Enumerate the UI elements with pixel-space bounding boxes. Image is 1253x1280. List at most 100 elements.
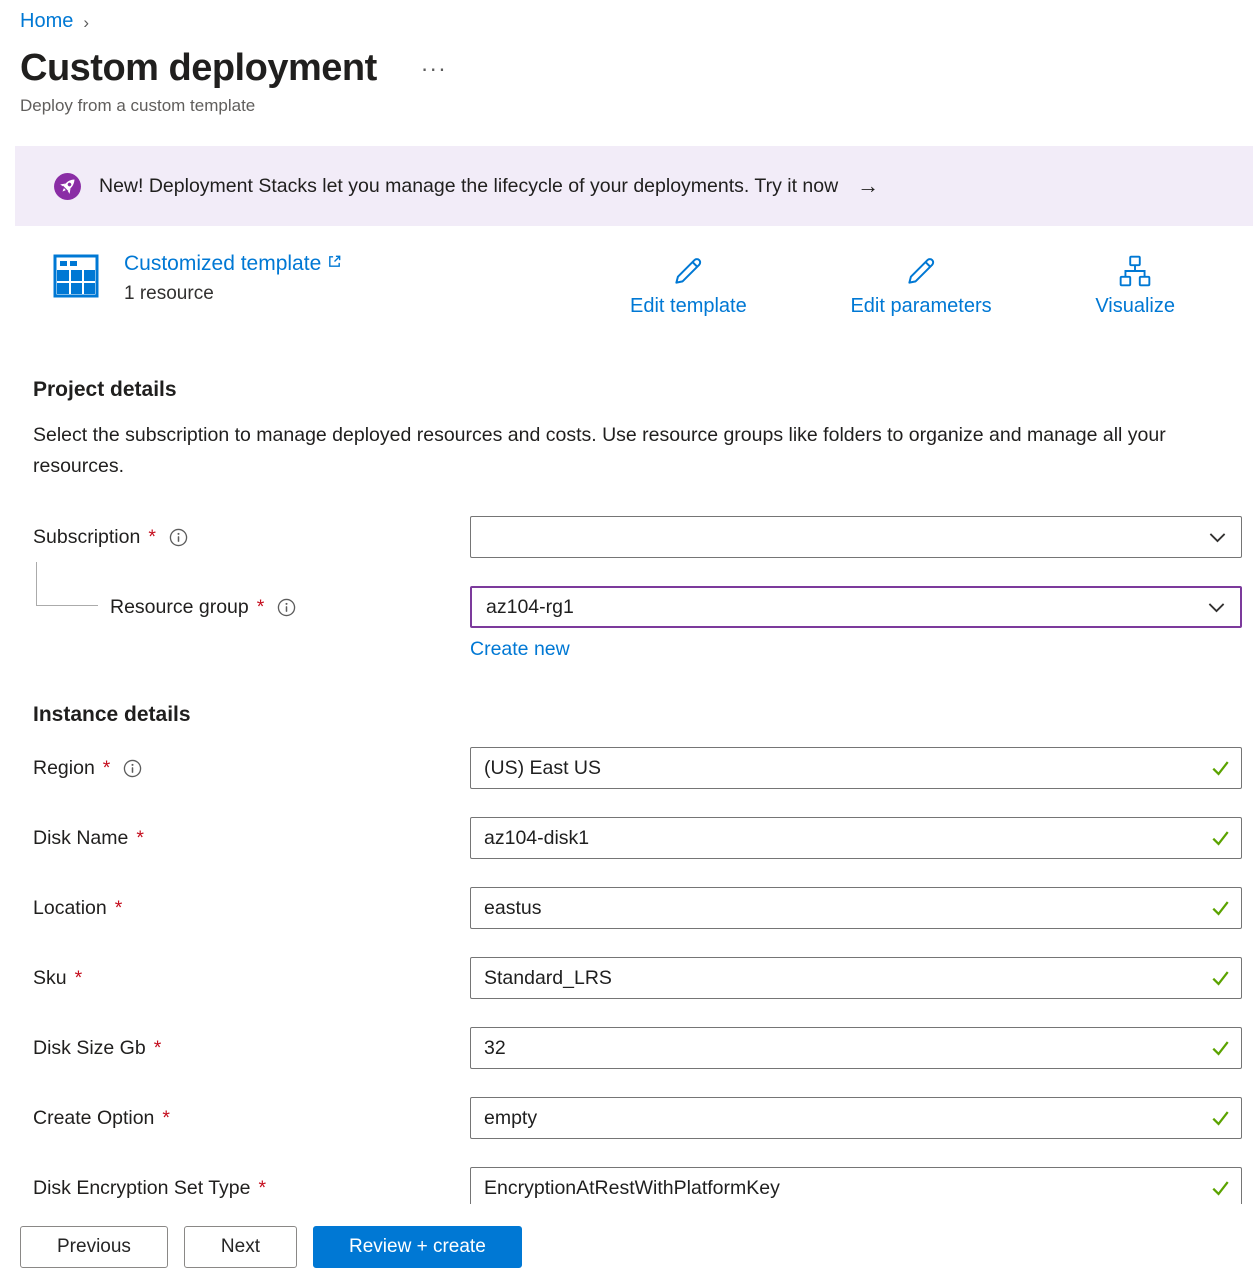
valid-check-icon	[1210, 1178, 1231, 1199]
create-option-row: Create Option *	[33, 1097, 1253, 1139]
disk-name-label: Disk Name *	[33, 827, 470, 850]
disk-encryption-set-type-input-wrap	[470, 1167, 1242, 1209]
disk-size-gb-label: Disk Size Gb *	[33, 1037, 470, 1060]
disk-name-input[interactable]	[470, 817, 1242, 859]
required-marker: *	[259, 1177, 267, 1200]
required-marker: *	[75, 967, 83, 990]
subscription-label: Subscription *	[33, 526, 470, 549]
required-marker: *	[154, 1037, 162, 1060]
edit-parameters-label: Edit parameters	[850, 295, 991, 318]
customized-template-label: Customized template	[124, 252, 321, 276]
valid-check-icon	[1210, 828, 1231, 849]
sku-row: Sku *	[33, 957, 1253, 999]
breadcrumb-home-link[interactable]: Home	[20, 10, 73, 33]
region-label-text: Region	[33, 757, 95, 780]
template-info: Customized template 1 resource	[53, 252, 342, 305]
required-marker: *	[136, 827, 144, 850]
instance-details-heading: Instance details	[33, 703, 1253, 727]
resource-group-label-text: Resource group	[110, 596, 249, 619]
create-option-input-wrap	[470, 1097, 1242, 1139]
disk-size-gb-input[interactable]	[470, 1027, 1242, 1069]
valid-check-icon	[1210, 968, 1231, 989]
sku-input[interactable]	[470, 957, 1242, 999]
more-options-button[interactable]: ···	[421, 55, 447, 82]
disk-encryption-set-type-input[interactable]	[470, 1167, 1242, 1209]
info-icon[interactable]	[277, 598, 296, 617]
required-marker: *	[162, 1107, 170, 1130]
create-new-link[interactable]: Create new	[470, 638, 570, 661]
disk-name-row: Disk Name *	[33, 817, 1253, 859]
required-marker: *	[148, 526, 156, 549]
info-icon[interactable]	[123, 759, 142, 778]
create-option-input[interactable]	[470, 1097, 1242, 1139]
location-label: Location *	[33, 897, 470, 920]
next-button[interactable]: Next	[184, 1226, 297, 1268]
disk-name-input-wrap	[470, 817, 1242, 859]
pencil-icon	[904, 254, 938, 288]
template-section: Customized template 1 resource	[0, 252, 1253, 344]
resource-group-label: Resource group *	[33, 596, 470, 619]
resource-group-row: Resource group * az104-rg1	[33, 586, 1253, 628]
project-details-heading: Project details	[33, 378, 1253, 402]
subscription-dropdown[interactable]	[470, 516, 1242, 558]
create-option-label: Create Option *	[33, 1107, 470, 1130]
disk-size-gb-row: Disk Size Gb *	[33, 1027, 1253, 1069]
chevron-down-icon	[1207, 598, 1226, 617]
review-create-button[interactable]: Review + create	[313, 1226, 522, 1268]
title-row: Custom deployment ···	[20, 47, 1253, 90]
visualize-button[interactable]: Visualize	[1095, 254, 1175, 318]
customized-template-link[interactable]: Customized template	[124, 252, 342, 276]
project-details-description: Select the subscription to manage deploy…	[33, 420, 1181, 482]
sku-input-wrap	[470, 957, 1242, 999]
disk-encryption-set-type-label: Disk Encryption Set Type *	[33, 1177, 470, 1200]
create-option-label-text: Create Option	[33, 1107, 154, 1130]
visualize-icon	[1118, 254, 1152, 288]
region-input[interactable]	[470, 747, 1242, 789]
sku-label-text: Sku	[33, 967, 67, 990]
required-marker: *	[115, 897, 123, 920]
region-input-wrap	[470, 747, 1242, 789]
disk-size-gb-label-text: Disk Size Gb	[33, 1037, 146, 1060]
edit-template-button[interactable]: Edit template	[630, 254, 747, 318]
edit-template-label: Edit template	[630, 295, 747, 318]
chevron-down-icon	[1208, 528, 1227, 547]
valid-check-icon	[1210, 758, 1231, 779]
location-input[interactable]	[470, 887, 1242, 929]
location-row: Location *	[33, 887, 1253, 929]
instance-details-section: Region * Disk Name *	[33, 747, 1253, 1209]
location-label-text: Location	[33, 897, 107, 920]
template-actions: Edit template Edit parameters	[630, 254, 1175, 318]
previous-button[interactable]: Previous	[20, 1226, 168, 1268]
pencil-icon	[671, 254, 705, 288]
disk-encryption-set-type-row: Disk Encryption Set Type *	[33, 1167, 1253, 1209]
region-row: Region *	[33, 747, 1253, 789]
region-label: Region *	[33, 757, 470, 780]
project-details-section: Subscription *	[33, 516, 1253, 661]
external-link-icon	[327, 252, 342, 269]
deployment-stacks-banner[interactable]: New! Deployment Stacks let you manage th…	[15, 146, 1253, 226]
required-marker: *	[103, 757, 111, 780]
valid-check-icon	[1210, 1108, 1231, 1129]
custom-deployment-page: Home › Custom deployment ··· Deploy from…	[0, 0, 1253, 1280]
required-marker: *	[257, 596, 265, 619]
valid-check-icon	[1210, 898, 1231, 919]
chevron-right-icon: ›	[83, 11, 89, 33]
subscription-row: Subscription *	[33, 516, 1253, 558]
info-icon[interactable]	[169, 528, 188, 547]
page-title: Custom deployment	[20, 47, 377, 90]
resource-group-value: az104-rg1	[486, 596, 574, 619]
footer-action-bar: Previous Next Review + create	[0, 1204, 1253, 1280]
project-rows: Subscription *	[33, 516, 1253, 628]
subscription-label-text: Subscription	[33, 526, 140, 549]
arrow-right-icon: →	[857, 173, 879, 199]
breadcrumb: Home ›	[0, 0, 1253, 33]
location-input-wrap	[470, 887, 1242, 929]
template-icon	[53, 252, 99, 305]
valid-check-icon	[1210, 1038, 1231, 1059]
resource-group-dropdown[interactable]: az104-rg1	[470, 586, 1242, 628]
template-resource-count: 1 resource	[124, 283, 342, 305]
rocket-icon	[53, 172, 82, 201]
edit-parameters-button[interactable]: Edit parameters	[850, 254, 991, 318]
page-subtitle: Deploy from a custom template	[20, 96, 1253, 116]
sku-label: Sku *	[33, 967, 470, 990]
